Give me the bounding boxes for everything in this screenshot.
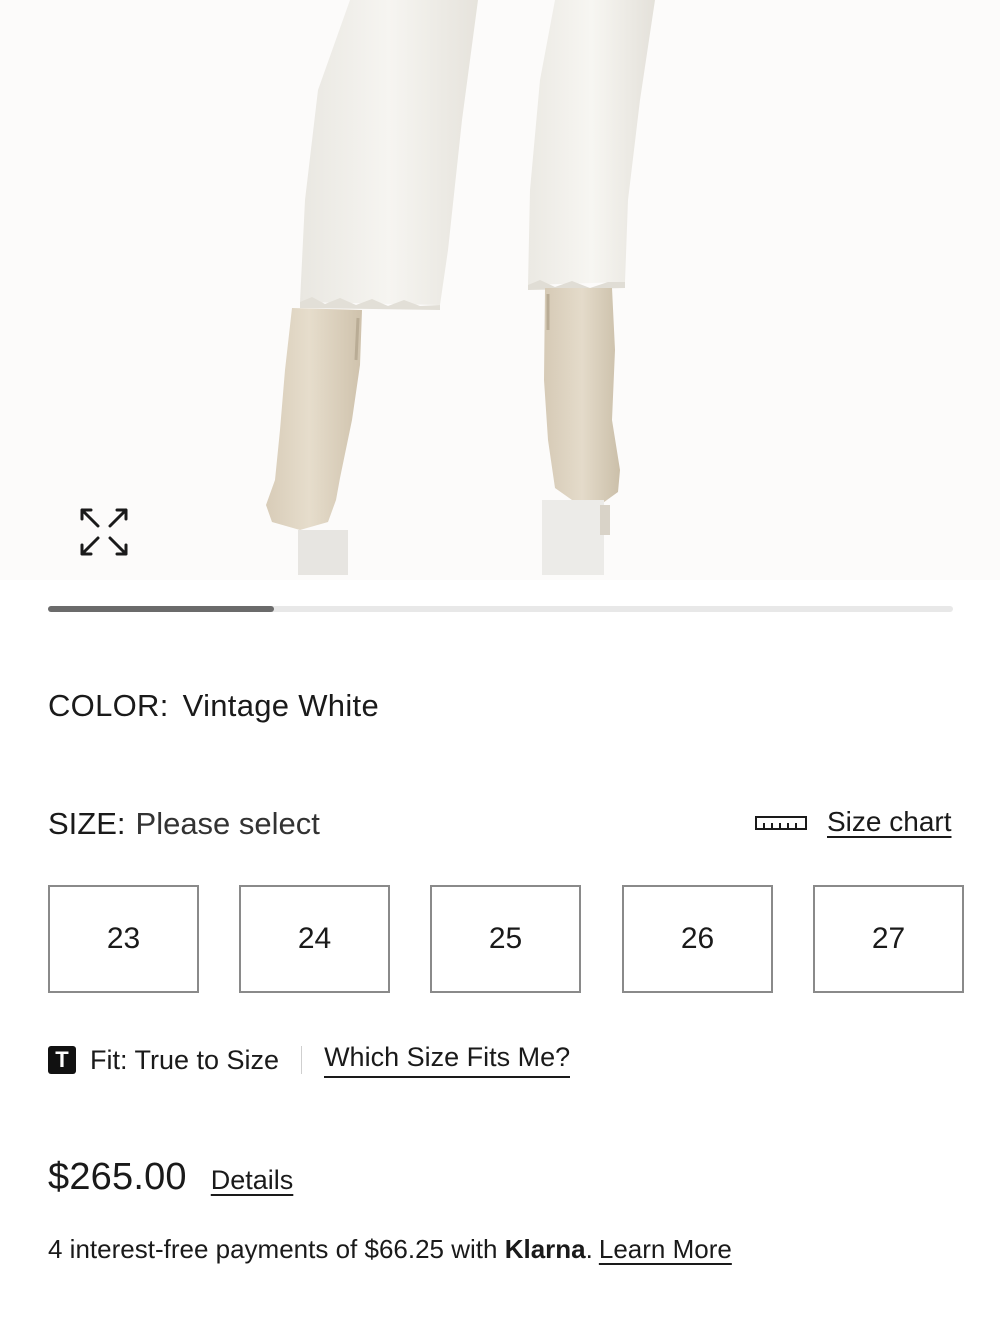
- klarna-suffix: .: [585, 1234, 593, 1264]
- size-options: 23 24 25 26 27: [48, 885, 968, 997]
- size-option-27[interactable]: 27: [813, 885, 964, 993]
- expand-arrows-icon[interactable]: [72, 500, 136, 564]
- color-value: Vintage White: [182, 688, 379, 723]
- size-label: SIZE:: [48, 806, 126, 841]
- color-selection: COLOR: Vintage White: [48, 688, 379, 724]
- price-row: $265.00 Details: [48, 1156, 293, 1199]
- fit-badge-icon: T: [48, 1046, 76, 1074]
- size-selection: SIZE: Please select: [48, 806, 320, 842]
- carousel-progress-fill: [48, 606, 275, 612]
- size-option-26[interactable]: 26: [622, 885, 773, 993]
- klarna-installments: 4 interest-free payments of $66.25 with …: [48, 1234, 732, 1265]
- product-image[interactable]: [0, 0, 1000, 580]
- details-link[interactable]: Details: [211, 1165, 294, 1196]
- which-size-fits-me-link[interactable]: Which Size Fits Me?: [324, 1042, 571, 1078]
- klarna-logo-text: Klarna: [504, 1234, 586, 1264]
- size-option-24[interactable]: 24: [239, 885, 390, 993]
- fit-divider: [301, 1046, 303, 1074]
- size-option-25[interactable]: 25: [430, 885, 581, 993]
- size-chart-link[interactable]: Size chart: [755, 806, 952, 838]
- product-photo: [266, 0, 655, 575]
- klarna-learn-more-link[interactable]: Learn More: [599, 1234, 732, 1264]
- carousel-progress-track[interactable]: [48, 606, 953, 612]
- color-label: COLOR:: [48, 688, 169, 723]
- fit-info: T Fit: True to Size Which Size Fits Me?: [48, 1040, 571, 1080]
- fit-text: Fit: True to Size: [90, 1044, 280, 1075]
- klarna-prefix: 4 interest-free payments of $66.25 with: [48, 1234, 505, 1264]
- size-value: Please select: [135, 806, 320, 841]
- price: $265.00: [48, 1156, 187, 1198]
- size-chart-label: Size chart: [827, 806, 952, 837]
- ruler-icon: [755, 806, 807, 838]
- size-option-23[interactable]: 23: [48, 885, 199, 993]
